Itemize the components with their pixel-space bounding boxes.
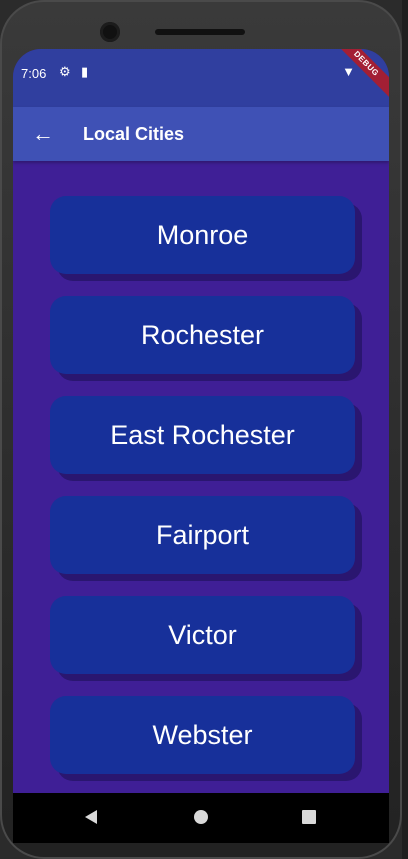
app-screen: 7:06 ⚙ ▮ ▼ ▮ DEBUG ← Local Cities Monroe…	[13, 49, 389, 793]
background-window-edge	[402, 0, 408, 859]
back-button[interactable]: ←	[29, 120, 57, 148]
city-button-label: Fairport	[155, 519, 250, 550]
front-camera	[100, 22, 120, 42]
city-button-webster[interactable]: Webster	[50, 696, 355, 774]
nav-recent-button[interactable]	[302, 810, 316, 824]
arrow-left-icon: ←	[32, 121, 54, 146]
city-button-label: Rochester	[140, 319, 265, 350]
city-button-label: East Rochester	[110, 419, 295, 450]
debug-ribbon: DEBUG	[329, 49, 389, 101]
phone-frame: 7:06 ⚙ ▮ ▼ ▮ DEBUG ← Local Cities Monroe…	[0, 0, 402, 859]
city-button-east-rochester[interactable]: East Rochester	[50, 396, 355, 474]
city-button-victor[interactable]: Victor	[50, 596, 355, 674]
city-button-fairport[interactable]: Fairport	[50, 496, 355, 574]
sd-card-icon: ▮	[81, 64, 89, 79]
city-button-label: Monroe	[156, 219, 249, 250]
status-time: 7:06	[21, 66, 47, 81]
earpiece-speaker	[155, 29, 245, 35]
nav-home-button[interactable]	[194, 810, 208, 824]
gear-icon: ⚙	[59, 64, 71, 79]
status-bar: 7:06 ⚙ ▮ ▼ ▮ DEBUG	[13, 49, 389, 107]
city-button-label: Victor	[168, 619, 237, 650]
app-bar: ← Local Cities	[13, 107, 389, 161]
wifi-icon: ▼	[342, 64, 355, 79]
city-button-monroe[interactable]: Monroe	[50, 196, 355, 274]
city-button-rochester[interactable]: Rochester	[50, 296, 355, 374]
page-title: Local Cities	[83, 124, 185, 144]
nav-back-button[interactable]	[85, 810, 97, 824]
city-button-label: Webster	[152, 719, 253, 750]
android-nav-bar	[13, 793, 389, 843]
city-list: Monroe Rochester East Rochester Fairport…	[50, 196, 356, 793]
